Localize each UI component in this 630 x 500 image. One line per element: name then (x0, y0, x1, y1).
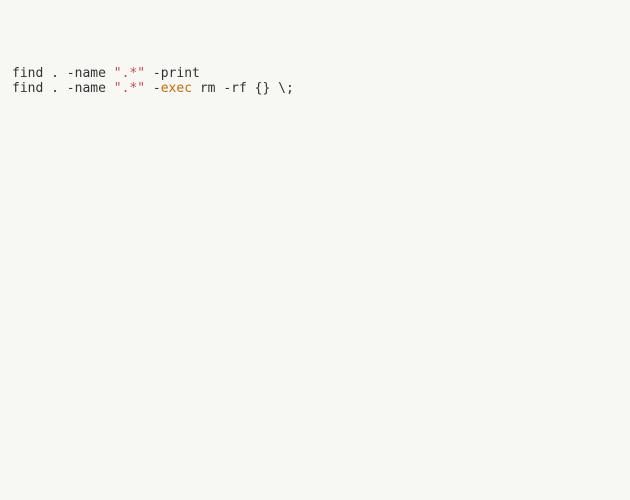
code-token: find . -name (12, 81, 114, 96)
code-token: -print (145, 66, 200, 81)
code-token: - (145, 81, 161, 96)
code-token: rm -rf {} \; (192, 81, 294, 96)
code-token: ".*" (114, 66, 145, 81)
code-line: find . -name ".*" -print (12, 66, 618, 81)
code-block: find . -name ".*" -printfind . -name ".*… (12, 66, 618, 96)
code-token: find . -name (12, 66, 114, 81)
code-token: exec (161, 81, 192, 96)
code-token: ".*" (114, 81, 145, 96)
code-line: find . -name ".*" -exec rm -rf {} \; (12, 81, 618, 96)
